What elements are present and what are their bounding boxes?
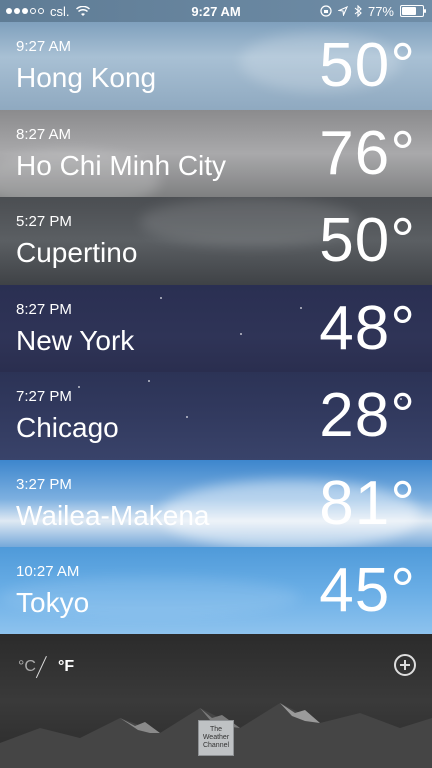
city-local-time: 5:27 PM: [16, 213, 72, 230]
city-local-time: 7:27 PM: [16, 388, 72, 405]
city-temperature: 50°: [319, 31, 416, 100]
city-name: Cupertino: [16, 237, 138, 268]
unit-toggle[interactable]: °C °F: [18, 656, 74, 678]
footer-bar: °C °F The Weather Channel: [0, 634, 432, 768]
battery-percent: 77%: [367, 3, 394, 19]
city-row-wailea-makena[interactable]: 3:27 PM Wailea-Makena 81°: [0, 459, 432, 547]
status-time: 9:27 AM: [191, 3, 241, 19]
city-list: 9:27 AM Hong Kong 50° 8:27 AM Ho Chi Min…: [0, 22, 432, 635]
city-temperature: 28°: [319, 381, 416, 450]
city-temperature: 48°: [319, 293, 416, 363]
signal-dots-icon: [6, 8, 44, 14]
city-temperature: 76°: [319, 118, 416, 188]
city-row-hong-kong[interactable]: 9:27 AM Hong Kong 50°: [0, 22, 432, 110]
city-temperature: 50°: [319, 206, 416, 275]
battery-fill: [402, 7, 416, 15]
celsius-option[interactable]: °C: [18, 658, 36, 676]
city-name: New York: [16, 324, 135, 356]
plus-circle-icon[interactable]: [394, 654, 416, 676]
status-right: 77%: [320, 4, 432, 19]
city-row-chicago[interactable]: 7:27 PM Chicago 28°: [0, 372, 432, 460]
city-row-ho-chi-minh-city[interactable]: 8:27 AM Ho Chi Minh City 76°: [0, 109, 432, 197]
fahrenheit-option[interactable]: °F: [58, 658, 74, 676]
city-temperature: 81°: [319, 468, 416, 538]
status-bar: csl. 9:27 AM 77%: [0, 0, 432, 22]
city-name: Wailea-Makena: [16, 499, 210, 531]
city-row-new-york[interactable]: 8:27 PM New York 48°: [0, 284, 432, 372]
wifi-icon: [75, 5, 90, 16]
city-row-tokyo[interactable]: 10:27 AM Tokyo 45°: [0, 547, 432, 635]
logo-line: The: [209, 726, 223, 733]
city-temperature: 45°: [319, 556, 416, 625]
city-name: Tokyo: [16, 587, 90, 618]
unit-divider: [42, 656, 52, 678]
city-local-time: 3:27 PM: [16, 475, 72, 493]
logo-line: Channel: [202, 742, 230, 749]
bluetooth-icon: [354, 5, 362, 17]
city-row-cupertino[interactable]: 5:27 PM Cupertino 50°: [0, 197, 432, 285]
battery-icon: [400, 5, 426, 17]
city-local-time: 8:27 PM: [16, 300, 72, 318]
city-name: Hong Kong: [16, 62, 157, 93]
city-local-time: 8:27 AM: [16, 125, 72, 143]
weather-channel-logo[interactable]: The Weather Channel: [198, 720, 234, 756]
location-icon: [337, 6, 348, 16]
carrier-label: csl.: [50, 3, 70, 19]
logo-line: Weather: [202, 734, 230, 741]
city-name: Chicago: [16, 412, 119, 443]
city-name: Ho Chi Minh City: [16, 149, 227, 181]
status-left: csl.: [0, 4, 90, 19]
lock-rotation-icon: [320, 5, 332, 17]
city-local-time: 10:27 AM: [16, 563, 80, 580]
city-local-time: 9:27 AM: [16, 38, 72, 55]
